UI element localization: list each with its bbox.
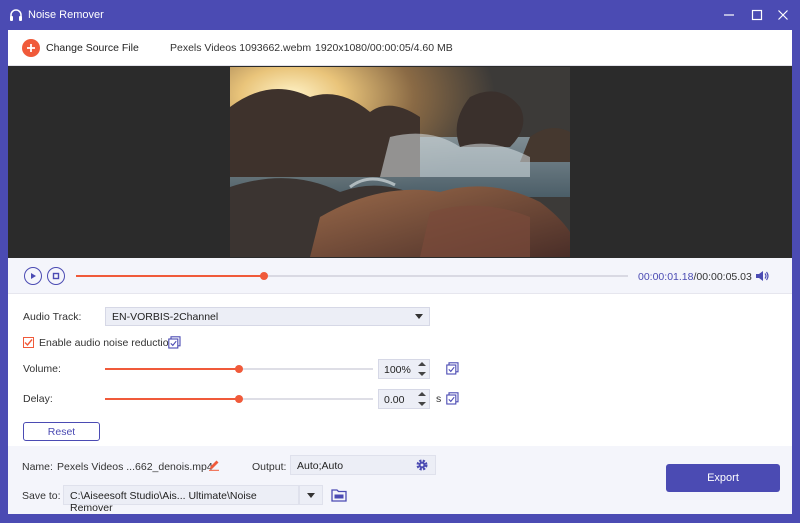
volume-value: 100% — [384, 364, 411, 376]
chevron-down-icon — [307, 493, 315, 498]
volume-icon[interactable] — [754, 268, 770, 284]
volume-slider[interactable] — [105, 365, 373, 373]
total-time: /00:00:05.03 — [693, 271, 752, 283]
delay-stepper[interactable]: 0.00 — [378, 389, 430, 409]
maximize-button[interactable] — [746, 5, 768, 25]
name-label: Name: — [22, 461, 53, 473]
play-button[interactable] — [24, 267, 42, 285]
delay-fill — [105, 398, 239, 400]
export-button[interactable]: Export — [666, 464, 780, 492]
chevron-down-icon — [415, 314, 423, 319]
output-label: Output: — [252, 461, 287, 473]
delay-value: 0.00 — [384, 394, 405, 406]
audio-track-value: EN-VORBIS-2Channel — [112, 310, 219, 323]
noise-remover-window: Noise Remover Change Source File Pexels … — [0, 0, 800, 523]
save-path-dropdown[interactable] — [299, 485, 323, 505]
close-button[interactable] — [772, 5, 794, 25]
progress-track[interactable] — [76, 272, 628, 280]
volume-label: Volume: — [23, 363, 61, 375]
volume-stepper-arrows — [418, 362, 426, 376]
minimize-button[interactable] — [718, 5, 740, 25]
source-bar: Change Source File Pexels Videos 1093662… — [8, 30, 792, 66]
output-file-name: Pexels Videos ...662_denois.mp4 — [57, 461, 213, 473]
noise-reduction-checkbox[interactable] — [23, 337, 34, 348]
delay-up-icon[interactable] — [418, 392, 426, 396]
folder-icon[interactable] — [331, 488, 347, 502]
stop-button[interactable] — [47, 267, 65, 285]
edit-name-icon[interactable] — [208, 459, 220, 471]
maximize-icon — [751, 9, 763, 21]
delay-stepper-arrows — [418, 392, 426, 406]
audio-track-select[interactable]: EN-VORBIS-2Channel — [105, 307, 430, 326]
volume-handle[interactable] — [235, 365, 243, 373]
audio-settings-panel: Audio Track: EN-VORBIS-2Channel Enable a… — [8, 294, 792, 446]
source-file-name: Pexels Videos 1093662.webm — [170, 42, 312, 54]
delay-label: Delay: — [23, 393, 53, 405]
time-readout: 00:00:01.18/00:00:05.03 — [638, 271, 752, 283]
delay-down-icon[interactable] — [418, 402, 426, 406]
window-title: Noise Remover — [28, 9, 104, 21]
delay-handle[interactable] — [235, 395, 243, 403]
volume-stepper[interactable]: 100% — [378, 359, 430, 379]
delay-slider[interactable] — [105, 395, 373, 403]
player-controls: 00:00:01.18/00:00:05.03 — [8, 258, 792, 294]
delay-apply-all-icon[interactable] — [446, 392, 459, 405]
add-source-button[interactable] — [22, 39, 40, 57]
checkmark-icon — [24, 339, 33, 347]
volume-apply-all-icon[interactable] — [446, 362, 459, 375]
progress-handle[interactable] — [259, 272, 268, 280]
noise-reduction-label: Enable audio noise reduction — [39, 337, 175, 349]
minimize-icon — [724, 14, 734, 16]
apply-all-icon[interactable] — [168, 336, 181, 349]
save-to-label: Save to: — [22, 490, 61, 502]
play-icon — [31, 273, 36, 279]
reset-button[interactable]: Reset — [23, 422, 100, 441]
change-source-file-link[interactable]: Change Source File — [46, 42, 139, 54]
plus-icon — [27, 44, 35, 52]
close-icon — [778, 10, 788, 20]
output-format-value: Auto;Auto — [297, 460, 344, 472]
progress-fill — [76, 275, 264, 277]
current-time: 00:00:01.18 — [638, 271, 694, 283]
source-file-meta: 1920x1080/00:00:05/4.60 MB — [315, 42, 453, 54]
gear-icon[interactable] — [415, 458, 429, 472]
save-path-value: C:\Aiseesoft Studio\Ais... Ultimate\Nois… — [70, 490, 257, 514]
stop-icon — [52, 272, 60, 280]
output-bar: Name: Pexels Videos ...662_denois.mp4 Ou… — [8, 446, 792, 514]
video-frame — [230, 67, 570, 257]
audio-track-label: Audio Track: — [23, 311, 82, 323]
delay-unit: s — [436, 393, 442, 405]
volume-up-icon[interactable] — [418, 362, 426, 366]
save-path-field[interactable]: C:\Aiseesoft Studio\Ais... Ultimate\Nois… — [63, 485, 299, 514]
video-preview — [8, 66, 792, 258]
headphones-icon — [10, 9, 22, 21]
volume-fill — [105, 368, 239, 370]
coastal-sunset-image — [230, 67, 570, 257]
title-bar: Noise Remover — [0, 0, 800, 30]
volume-down-icon[interactable] — [418, 372, 426, 376]
